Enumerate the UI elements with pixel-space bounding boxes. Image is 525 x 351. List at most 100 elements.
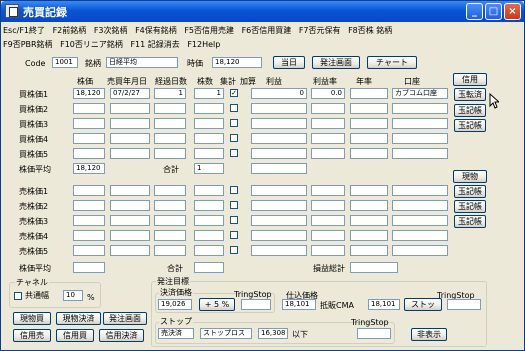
menu-item-f7[interactable]: F7否元保有 <box>299 26 341 35</box>
hide-button[interactable]: 非表示 <box>411 328 447 341</box>
sell-date-input[interactable] <box>110 245 150 256</box>
sell-date-input[interactable] <box>110 230 150 241</box>
buy-price-input[interactable] <box>73 118 105 129</box>
sell-rate-input[interactable] <box>311 215 345 226</box>
buy-price-input[interactable] <box>73 103 105 114</box>
menu-item-f5[interactable]: F5否信用売建 <box>184 26 234 35</box>
sell-price-input[interactable] <box>73 185 105 196</box>
buy-rate-input[interactable] <box>311 148 345 159</box>
sell-days-input[interactable] <box>154 245 186 256</box>
buy-aggregate-checkbox[interactable] <box>230 119 238 127</box>
buy-days-input[interactable]: 1 <box>154 88 186 99</box>
buy-account-input[interactable] <box>392 118 448 129</box>
maximize-button[interactable]: □ <box>485 3 502 20</box>
profit-total-value[interactable] <box>350 262 398 273</box>
plus-percent-button[interactable]: + 5 % <box>199 298 235 311</box>
sell-rate-input[interactable] <box>311 245 345 256</box>
sell-aggregate-checkbox[interactable] <box>230 231 238 239</box>
buy-shares-input[interactable] <box>194 133 224 144</box>
menu-item-esc[interactable]: Esc/F1終了 <box>3 26 45 35</box>
sell-account-input[interactable] <box>392 215 448 226</box>
menu-item-f11[interactable]: F11 記録消去 <box>130 40 179 49</box>
buy-aggregate-checkbox[interactable] <box>230 104 238 112</box>
buy-days-input[interactable] <box>154 148 186 159</box>
sell-shares-input[interactable] <box>194 230 224 241</box>
shinyo-sell-button[interactable]: 信用売 <box>13 329 51 342</box>
sell-annual-input[interactable] <box>350 230 388 241</box>
buy-annual-input[interactable] <box>350 148 388 159</box>
buy-annual-input[interactable] <box>350 88 388 99</box>
genbutsu-settle-button[interactable]: 現物決済 <box>56 312 101 325</box>
buy-date-input[interactable]: 07/2/27 <box>110 88 150 99</box>
meigara-input[interactable]: 日経平均 <box>106 57 178 68</box>
buy-total-value[interactable]: 1 <box>194 163 224 174</box>
tring-stop-input-2[interactable] <box>447 299 481 310</box>
shinyo-buy-button[interactable]: 信用買 <box>56 329 94 342</box>
buy-aggregate-checkbox[interactable] <box>230 149 238 157</box>
buy-avg-value[interactable]: 18,120 <box>73 163 105 174</box>
sell-shares-input[interactable] <box>194 215 224 226</box>
channel-width-input[interactable]: 10 <box>63 290 83 301</box>
sell-settle-field[interactable]: 売決済 <box>158 328 194 339</box>
genbutsu-gyoku-kicho-button-2[interactable]: 玉記帳 <box>454 200 486 213</box>
sell-date-input[interactable] <box>110 215 150 226</box>
menu-item-f12[interactable]: F12Help <box>187 40 220 49</box>
sell-shares-input[interactable] <box>194 200 224 211</box>
title-bar[interactable]: 売買記録 _ □ × <box>1 1 524 22</box>
sell-annual-input[interactable] <box>350 200 388 211</box>
buy-annual-input[interactable] <box>350 133 388 144</box>
sell-annual-input[interactable] <box>350 245 388 256</box>
sell-profit-input[interactable] <box>251 200 307 211</box>
buy-date-input[interactable] <box>110 118 150 129</box>
buy-account-input[interactable] <box>392 103 448 114</box>
tring-stop-input-3[interactable] <box>357 328 391 339</box>
sell-price-input[interactable] <box>73 230 105 241</box>
sell-price-input[interactable] <box>73 215 105 226</box>
buy-days-input[interactable] <box>154 103 186 114</box>
buy-shares-input[interactable] <box>194 148 224 159</box>
buy-rate-input[interactable] <box>311 103 345 114</box>
menu-item-f3[interactable]: F3次銘柄 <box>94 26 128 35</box>
buy-profit-input[interactable] <box>251 133 307 144</box>
buy-aggregate-checkbox[interactable] <box>230 134 238 142</box>
sell-account-input[interactable] <box>392 185 448 196</box>
buy-date-input[interactable] <box>110 103 150 114</box>
buy-profit-input[interactable] <box>251 148 307 159</box>
tring-stop-input-1[interactable] <box>241 299 271 310</box>
bottom-order-screen-button[interactable]: 発注画面 <box>103 312 147 325</box>
kyotsu-checkbox[interactable] <box>14 292 22 300</box>
stoploss-field[interactable]: ストップロス <box>200 328 252 339</box>
sell-profit-input[interactable] <box>251 185 307 196</box>
sell-rate-input[interactable] <box>311 185 345 196</box>
shinyo-gyoku-kicho-button-2[interactable]: 玉記帳 <box>454 119 486 132</box>
chart-button[interactable]: チャート <box>367 56 417 69</box>
sell-date-input[interactable] <box>110 200 150 211</box>
buy-aggregate-checkbox[interactable]: ✓ <box>230 89 238 97</box>
sell-aggregate-checkbox[interactable] <box>230 201 238 209</box>
sell-price-input[interactable] <box>73 200 105 211</box>
sell-days-input[interactable] <box>154 230 186 241</box>
shinyo-settle-button[interactable]: 信用決済 <box>99 329 144 342</box>
buy-shares-input[interactable]: 1 <box>194 88 224 99</box>
buy-rate-input[interactable]: 0.0 <box>311 88 345 99</box>
buy-profit-input[interactable] <box>251 118 307 129</box>
buy-rate-input[interactable] <box>311 118 345 129</box>
sell-shares-input[interactable] <box>194 185 224 196</box>
buy-date-input[interactable] <box>110 133 150 144</box>
shinyo-button[interactable]: 信用 <box>453 73 487 86</box>
settle-price-input[interactable]: 19,026 <box>158 299 192 310</box>
buy-profit-input[interactable] <box>251 103 307 114</box>
menu-item-f4[interactable]: F4保有銘柄 <box>135 26 177 35</box>
stop-value-input[interactable]: 16,308 <box>258 328 288 339</box>
buy-shares-input[interactable] <box>194 118 224 129</box>
sell-rate-input[interactable] <box>311 200 345 211</box>
genbutsu-gyoku-kicho-button-3[interactable]: 玉記帳 <box>454 215 486 228</box>
buy-price-input[interactable] <box>73 133 105 144</box>
sell-annual-input[interactable] <box>350 215 388 226</box>
buy-price-input[interactable] <box>73 148 105 159</box>
sell-days-input[interactable] <box>154 200 186 211</box>
sell-profit-input[interactable] <box>251 230 307 241</box>
today-button[interactable]: 当日 <box>273 56 305 69</box>
buy-account-input[interactable] <box>392 148 448 159</box>
sell-avg-value[interactable] <box>73 262 105 273</box>
